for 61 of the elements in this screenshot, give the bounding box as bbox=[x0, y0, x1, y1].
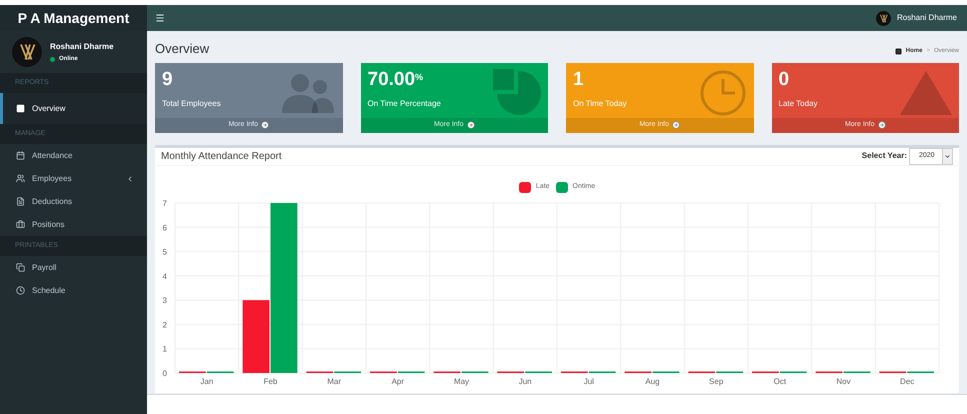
stat-value: 1 bbox=[573, 68, 585, 90]
stat-value: 0 bbox=[778, 68, 790, 90]
arrow-circle-icon bbox=[261, 121, 270, 129]
menu-button[interactable] bbox=[155, 13, 165, 23]
brand-title: P A Management bbox=[0, 5, 147, 31]
x-tick-label: Oct bbox=[774, 376, 786, 386]
y-tick-label: 2 bbox=[162, 320, 167, 329]
nav-item[interactable]: Overview bbox=[0, 93, 147, 124]
nav-icon bbox=[16, 174, 25, 183]
y-tick-label: 6 bbox=[162, 222, 167, 232]
y-tick-label: 1 bbox=[162, 344, 167, 354]
users-icon bbox=[280, 73, 336, 113]
pie-chart-icon bbox=[493, 69, 541, 117]
stat-label: On Time Today bbox=[573, 98, 627, 110]
stat-label: Total Employees bbox=[162, 98, 221, 110]
stat-label: Late Today bbox=[778, 98, 818, 110]
arrow-circle-icon bbox=[672, 121, 680, 129]
nav-icon bbox=[16, 263, 25, 272]
x-tick-label: Dec bbox=[900, 376, 914, 386]
y-tick-label: 4 bbox=[162, 271, 167, 280]
breadcrumb-icon bbox=[894, 48, 902, 56]
panel-title: Monthly Attendance Report bbox=[161, 150, 282, 164]
x-tick-label: Aug bbox=[645, 376, 660, 386]
warning-icon bbox=[900, 71, 952, 115]
nav-icon bbox=[16, 197, 25, 206]
x-tick-label: Jun bbox=[518, 376, 532, 386]
nav-item[interactable]: Attendance bbox=[0, 144, 147, 167]
x-tick-label: Mar bbox=[327, 376, 342, 386]
arrow-circle-icon bbox=[466, 121, 475, 129]
stat-label: On Time Percentage bbox=[368, 98, 441, 110]
nav-icon bbox=[16, 220, 25, 229]
user-avatar bbox=[876, 10, 891, 26]
nav-icon bbox=[16, 286, 25, 295]
x-tick-label: Jan bbox=[200, 376, 214, 386]
select-year-label: Select Year: bbox=[862, 150, 907, 162]
x-tick-label: Jul bbox=[584, 376, 594, 386]
x-tick-label: Sep bbox=[709, 376, 724, 386]
nav-icon bbox=[16, 104, 25, 113]
page-title: Overview bbox=[155, 40, 210, 58]
user-avatar bbox=[12, 37, 42, 67]
nav-item[interactable]: Employees bbox=[0, 167, 147, 190]
y-tick-label: 0 bbox=[162, 368, 167, 378]
user-name: Roshani Dharme bbox=[50, 40, 114, 52]
x-tick-label: May bbox=[454, 376, 470, 386]
stat-value: 9 bbox=[162, 68, 174, 90]
y-tick-label: 5 bbox=[162, 247, 167, 256]
clock-icon bbox=[698, 69, 746, 117]
x-tick-label: Nov bbox=[836, 376, 851, 386]
nav-icon bbox=[16, 151, 25, 160]
arrow-circle-icon bbox=[878, 121, 886, 129]
nav-item[interactable]: Positions bbox=[0, 213, 147, 236]
nav-item[interactable]: Schedule bbox=[0, 279, 147, 302]
y-tick-label: 3 bbox=[162, 296, 167, 305]
y-tick-label: 7 bbox=[162, 198, 167, 208]
top-user-name: Roshani Dharme bbox=[896, 12, 957, 24]
nav-item[interactable]: Payroll bbox=[0, 256, 147, 279]
x-tick-label: Feb bbox=[264, 376, 278, 386]
stat-value: 70.00$^{%}$ bbox=[368, 68, 424, 90]
chevron-icon bbox=[944, 152, 951, 160]
x-tick-label: Apr bbox=[392, 376, 404, 386]
nav-item[interactable]: Deductions bbox=[0, 190, 147, 213]
